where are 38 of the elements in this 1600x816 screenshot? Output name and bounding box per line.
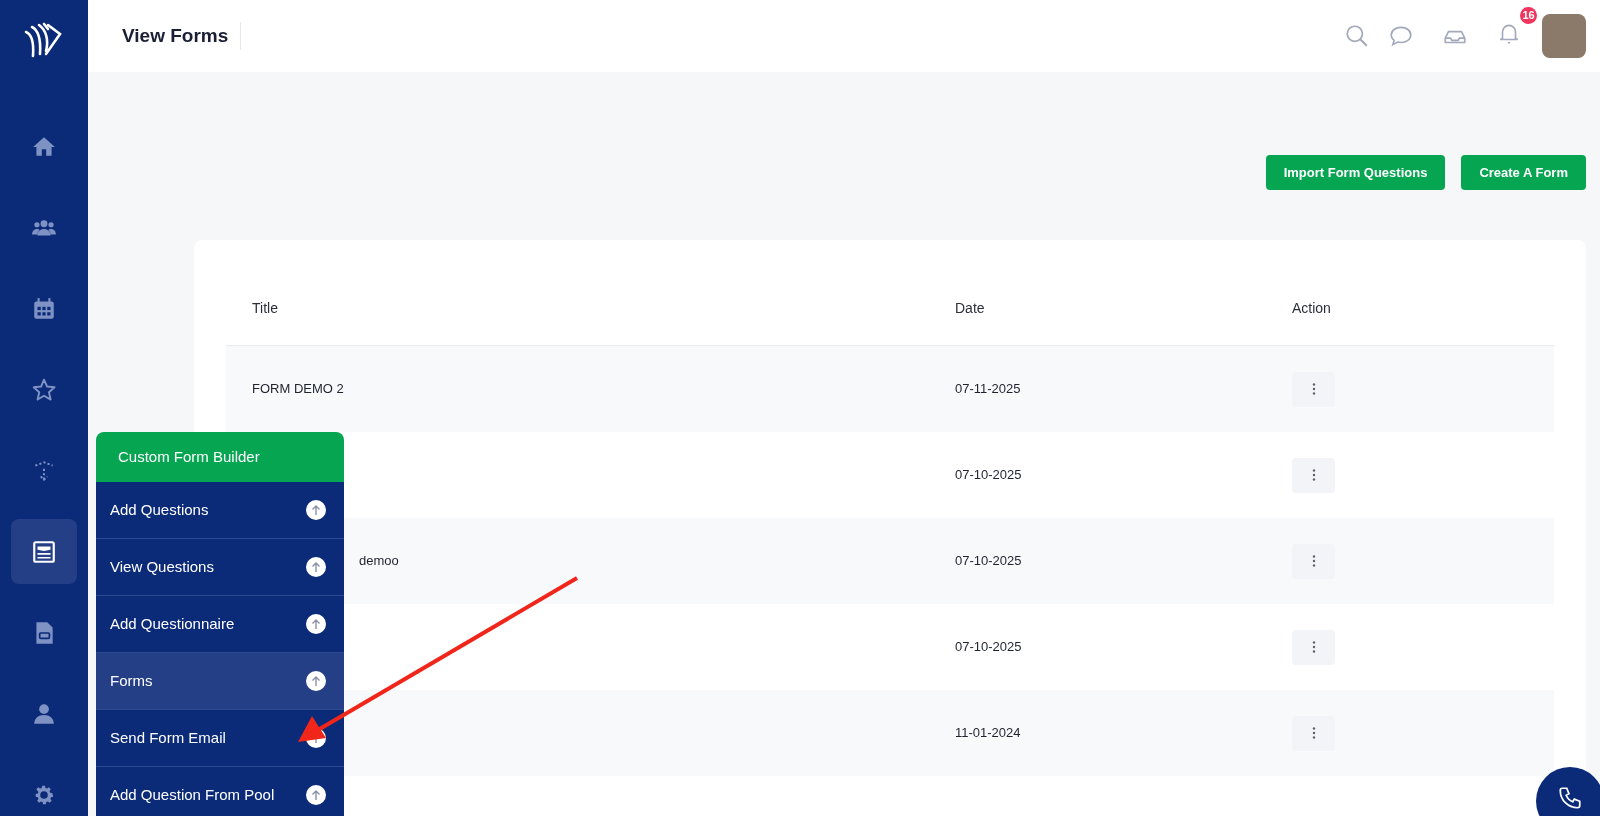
date-cell-text: 07-10-2025 — [955, 638, 1023, 657]
avatar-photo-placeholder[interactable] — [1542, 14, 1586, 58]
kebab-icon — [1311, 469, 1316, 481]
kebab-icon — [1311, 555, 1316, 567]
page-title: View Forms — [122, 21, 242, 51]
form-icon — [31, 538, 57, 565]
arrow-up-circle-icon — [306, 785, 326, 805]
menu-item[interactable]: Add Questions — [96, 482, 344, 539]
calendar-icon — [31, 295, 57, 322]
column-header: Date — [955, 299, 986, 318]
form-title-cell-text: demoo — [359, 552, 399, 571]
menu-item[interactable]: Forms — [96, 653, 344, 710]
notification-badge: 16 — [1520, 6, 1537, 24]
date-cell-text: 07-10-2025 — [955, 552, 1023, 571]
column-header: Title — [251, 299, 279, 318]
star-icon — [31, 376, 57, 403]
date-cell-text: 07-10-2025 — [955, 466, 1023, 485]
form-title-cell-text: FORM DEMO 2 — [252, 380, 344, 399]
kebab-icon — [1311, 641, 1316, 653]
menu-item[interactable]: Add Question From Pool — [96, 767, 344, 816]
menu-item[interactable]: Add Questionnaire — [96, 596, 344, 653]
date-cell-text: 11-01-2024 — [955, 724, 1022, 743]
column-header: Action — [1292, 299, 1332, 318]
arrow-up-circle-icon — [306, 557, 326, 577]
kebab-icon — [1311, 383, 1316, 395]
phone-icon — [1557, 785, 1583, 811]
search-button[interactable] — [1344, 23, 1370, 49]
search-icon — [1344, 23, 1370, 49]
menu-item[interactable]: View Questions — [96, 539, 344, 596]
menu-item[interactable]: Send Form Email — [96, 710, 344, 767]
arrow-up-circle-icon — [306, 671, 326, 691]
logo-icon — [24, 22, 64, 58]
kebab-icon — [1311, 727, 1316, 739]
arrow-up-circle-icon — [306, 500, 326, 520]
date-cell-text: 07-11-2025 — [955, 380, 1022, 399]
menu-header: Custom Form Builder — [96, 432, 344, 482]
nav-item[interactable] — [11, 519, 77, 584]
arrow-up-circle-icon — [306, 614, 326, 634]
